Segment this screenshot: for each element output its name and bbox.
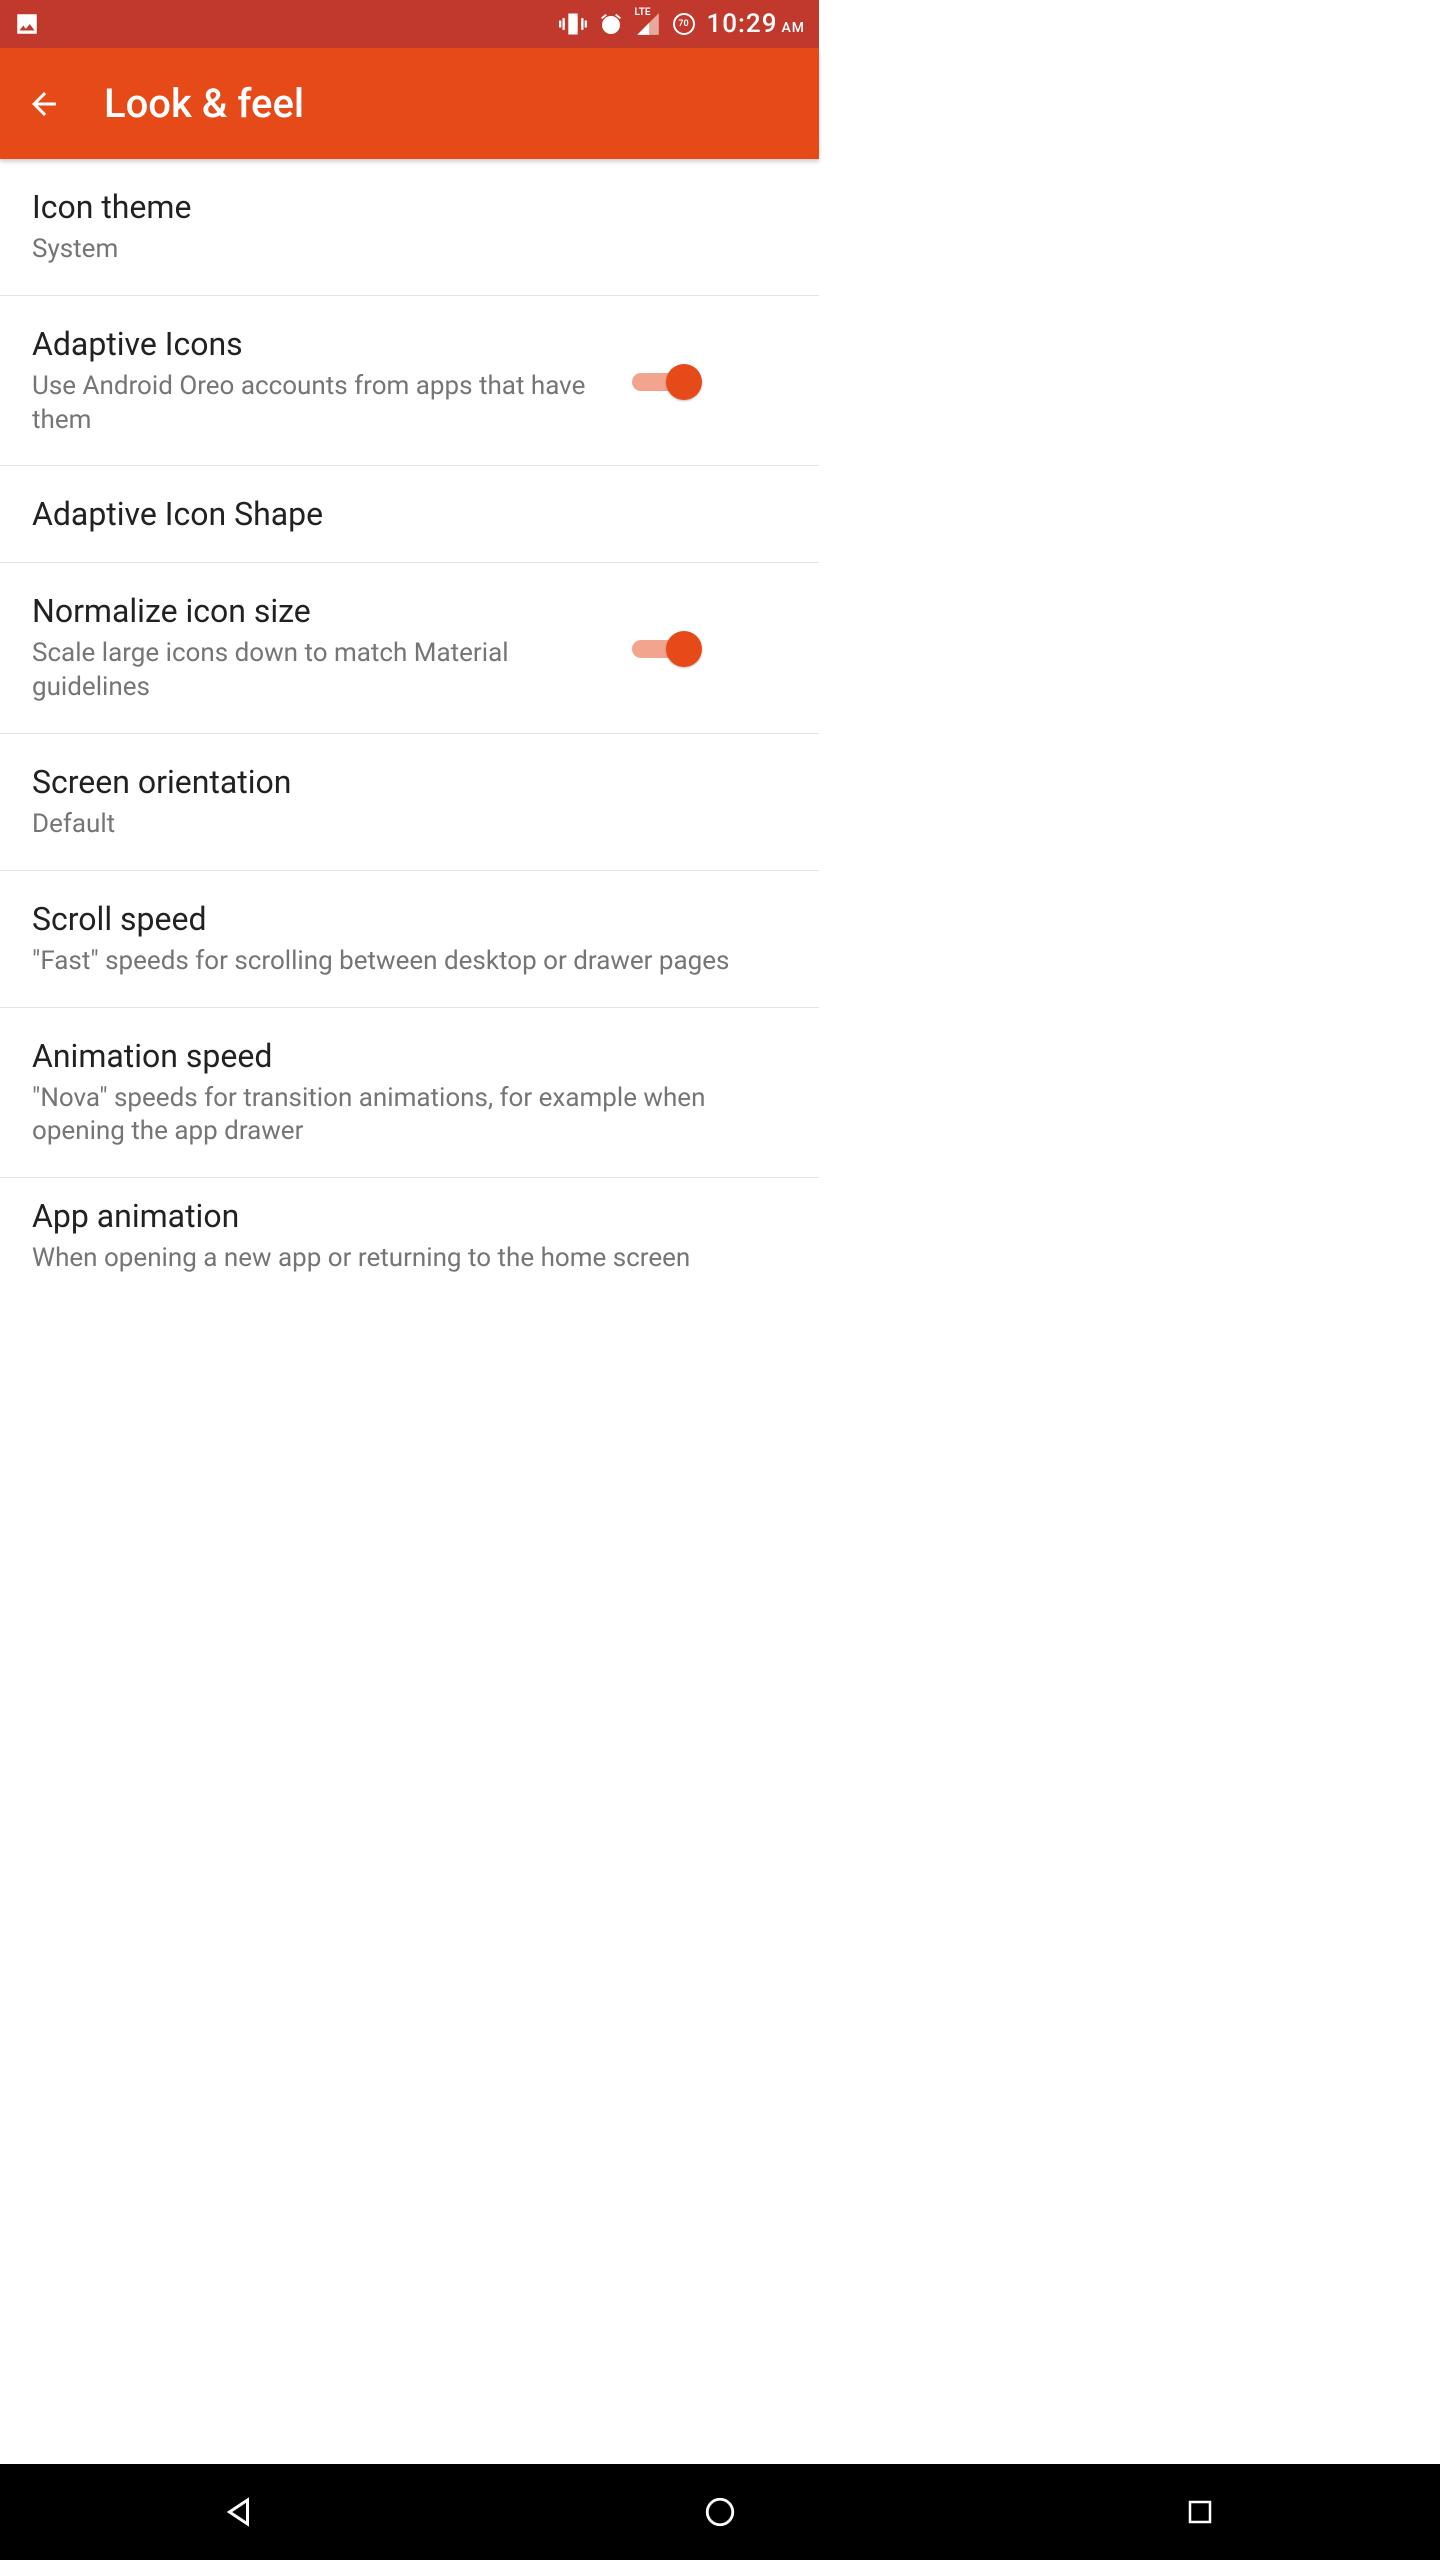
setting-adaptive-icons[interactable]: Adaptive Icons Use Android Oreo accounts… xyxy=(0,296,819,467)
setting-scroll-speed[interactable]: Scroll speed "Fast" speeds for scrolling… xyxy=(0,871,819,1008)
setting-title: Animation speed xyxy=(32,1036,763,1076)
navigation-bar xyxy=(0,2464,1440,2560)
clock-time: 10:29 xyxy=(707,9,778,39)
setting-title: Scroll speed xyxy=(32,899,763,939)
vibrate-icon xyxy=(559,10,587,38)
setting-title: App animation xyxy=(32,1196,763,1236)
setting-animation-speed[interactable]: Animation speed "Nova" speeds for transi… xyxy=(0,1008,819,1179)
setting-icon-theme[interactable]: Icon theme System xyxy=(0,159,819,296)
setting-screen-orientation[interactable]: Screen orientation Default xyxy=(0,734,819,871)
triangle-back-icon xyxy=(222,2494,258,2530)
nav-recent-button[interactable] xyxy=(1140,2482,1260,2542)
setting-subtitle: "Nova" speeds for transition animations,… xyxy=(32,1082,763,1150)
switch-thumb xyxy=(666,631,702,667)
setting-title: Icon theme xyxy=(32,187,763,227)
clock-ampm: AM xyxy=(781,20,805,36)
picture-icon xyxy=(14,11,40,37)
data-saver-icon: 70 xyxy=(673,13,695,35)
network-type-label: LTE xyxy=(635,7,651,18)
page-title: Look & feel xyxy=(104,80,304,127)
square-recent-icon xyxy=(1185,2497,1215,2527)
setting-subtitle: "Fast" speeds for scrolling between desk… xyxy=(32,945,763,979)
setting-subtitle: Use Android Oreo accounts from apps that… xyxy=(32,370,608,438)
setting-title: Screen orientation xyxy=(32,762,763,802)
nav-home-button[interactable] xyxy=(660,2482,780,2542)
setting-title: Adaptive Icons xyxy=(32,324,608,364)
setting-subtitle: Default xyxy=(32,808,763,842)
setting-subtitle: When opening a new app or returning to t… xyxy=(32,1242,763,1276)
back-button[interactable] xyxy=(20,80,68,128)
alarm-icon xyxy=(599,12,623,36)
setting-app-animation[interactable]: App animation When opening a new app or … xyxy=(0,1178,819,1294)
settings-list: Icon theme System Adaptive Icons Use And… xyxy=(0,159,819,1294)
circle-home-icon xyxy=(703,2495,737,2529)
adaptive-icons-toggle[interactable] xyxy=(632,361,702,401)
setting-adaptive-icon-shape[interactable]: Adaptive Icon Shape xyxy=(0,466,819,563)
setting-subtitle: System xyxy=(32,233,763,267)
switch-thumb xyxy=(666,364,702,400)
normalize-icon-size-toggle[interactable] xyxy=(632,628,702,668)
battery-badge: 70 xyxy=(673,13,695,35)
setting-subtitle: Scale large icons down to match Material… xyxy=(32,637,608,705)
app-bar: Look & feel xyxy=(0,48,819,159)
arrow-left-icon xyxy=(26,86,62,122)
setting-normalize-icon-size[interactable]: Normalize icon size Scale large icons do… xyxy=(0,563,819,734)
nav-back-button[interactable] xyxy=(180,2482,300,2542)
signal-icon: LTE xyxy=(635,11,661,37)
setting-title: Normalize icon size xyxy=(32,591,608,631)
setting-title: Adaptive Icon Shape xyxy=(32,494,763,534)
status-clock: 10:29 AM xyxy=(707,9,806,39)
status-bar: LTE 70 10:29 AM xyxy=(0,0,819,48)
